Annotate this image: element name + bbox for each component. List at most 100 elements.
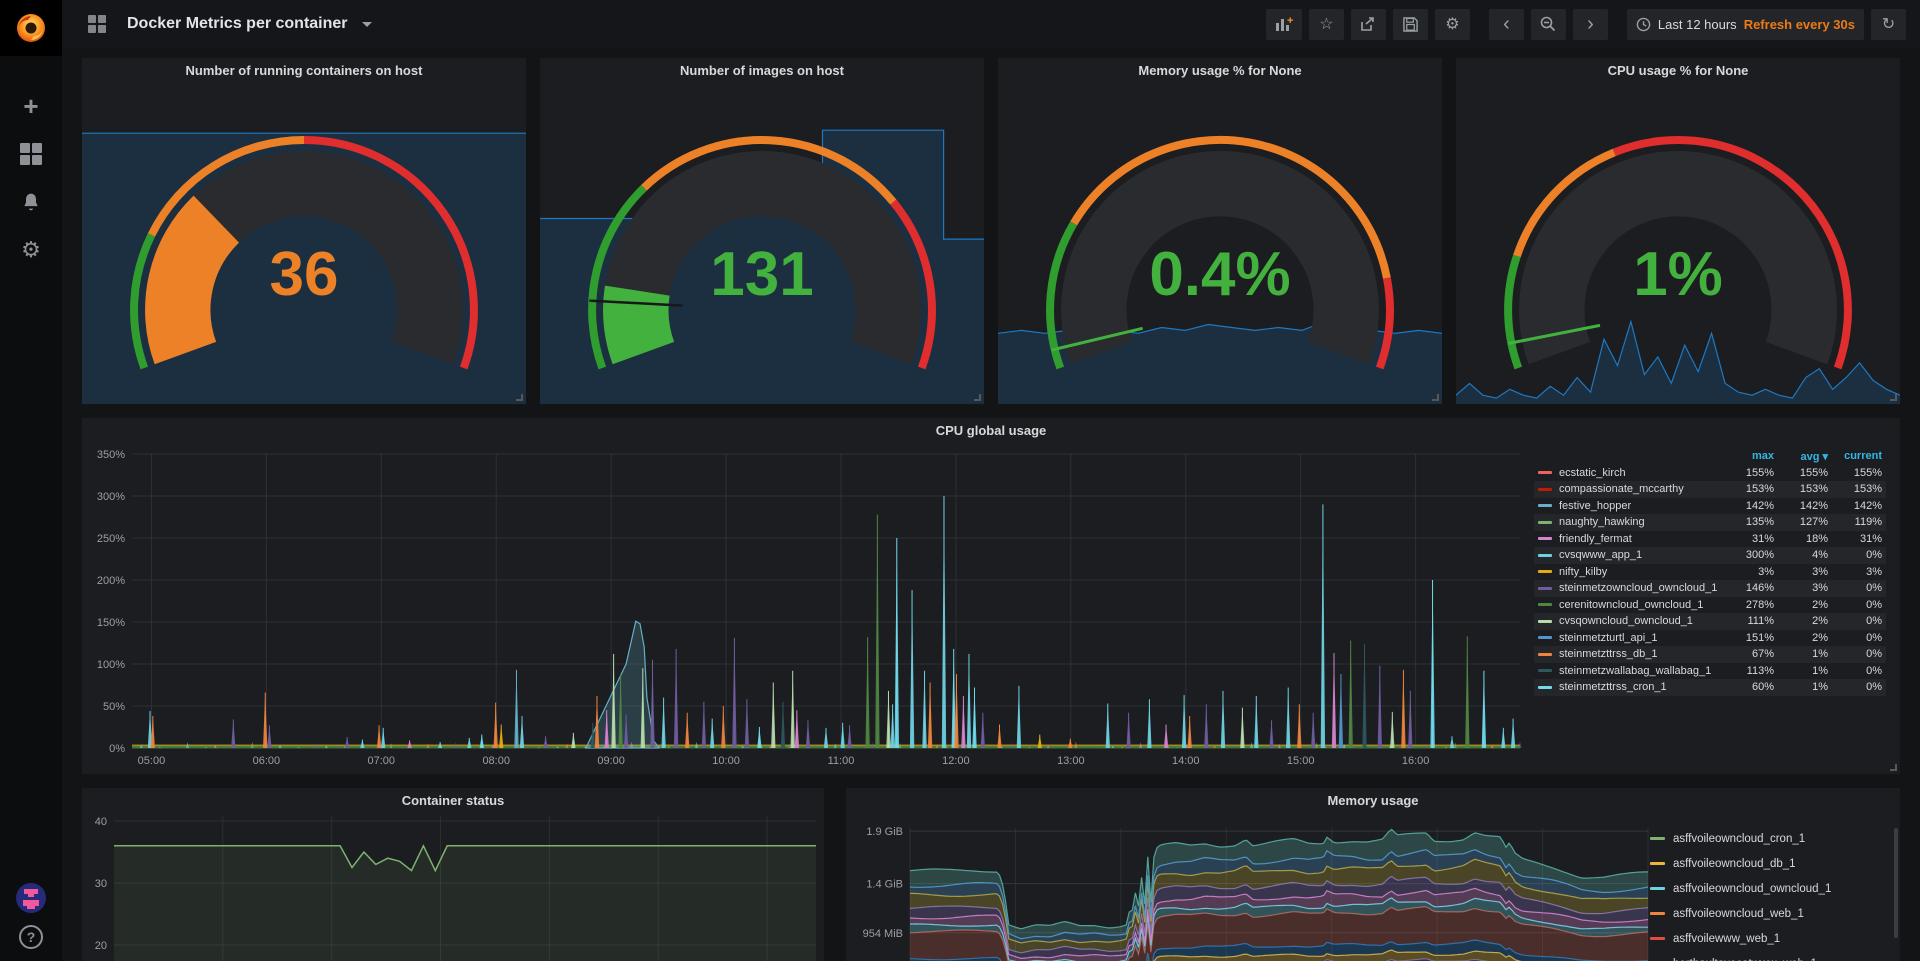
share-button[interactable] [1351,9,1386,40]
legend-value-max: 67% [1720,648,1774,660]
legend-row[interactable]: compassionate_mccarthy153%153%153% [1534,481,1886,498]
panel-title[interactable]: Number of images on host [540,58,984,82]
legend-value-max: 60% [1720,681,1774,693]
gauge-running-containers[interactable]: 36 [82,84,526,404]
series-color-swatch [1538,603,1552,606]
legend-sort-current[interactable]: current [1828,450,1882,462]
legend-sort-max[interactable]: max [1720,450,1774,462]
legend-value-current: 3% [1828,566,1882,578]
series-color-swatch [1650,837,1665,840]
alerting-bell-icon[interactable] [17,188,45,216]
gauge-memory-usage[interactable]: 0.4% [998,84,1442,404]
legend-value-max: 278% [1720,599,1774,611]
panel-resize-handle[interactable] [974,394,981,401]
series-color-swatch [1538,587,1552,590]
legend-row[interactable]: steinmetzturtl_api_1151%2%0% [1534,630,1886,647]
time-range-label: Last 12 hours [1658,17,1737,32]
legend-value-max: 142% [1720,500,1774,512]
legend-value-max: 300% [1720,549,1774,561]
legend-item[interactable]: asffvoileowncloud_db_1 [1650,851,1886,876]
svg-text:06:00: 06:00 [253,755,281,767]
legend-row[interactable]: cvsqowncloud_owncloud_1111%2%0% [1534,613,1886,630]
legend-value-avg: 2% [1774,599,1828,611]
legend-value-avg: 3% [1774,566,1828,578]
panel-title[interactable]: Number of running containers on host [82,58,526,82]
save-button[interactable] [1393,9,1428,40]
dashboard-title[interactable]: Docker Metrics per container [127,15,348,33]
series-color-swatch [1538,620,1552,623]
refresh-button[interactable]: ↻ [1871,9,1906,40]
legend-row[interactable]: nifty_kilby3%3%3% [1534,564,1886,581]
legend-row[interactable]: friendly_fermat31%18%31% [1534,531,1886,548]
cpu-global-usage-plot[interactable]: 0%50%100%150%200%250%300%350%05:0006:000… [90,444,1528,770]
add-icon[interactable]: + [17,92,45,120]
svg-text:954 MiB: 954 MiB [863,928,903,940]
settings-button[interactable]: ⚙ [1435,9,1470,40]
svg-text:50%: 50% [103,701,125,713]
help-icon[interactable]: ? [19,925,43,949]
grafana-logo[interactable] [0,0,62,56]
legend-item[interactable]: berthaultavocatwww_web_1 [1650,951,1886,961]
legend-row[interactable]: cerenitowncloud_owncloud_1278%2%0% [1534,597,1886,614]
legend-row[interactable]: steinmetzwallabag_wallabag_1113%1%0% [1534,663,1886,680]
svg-text:20: 20 [95,940,107,952]
add-panel-button[interactable]: + [1266,9,1302,40]
user-avatar[interactable] [16,883,46,913]
svg-text:14:00: 14:00 [1172,755,1200,767]
dashboard-picker-icon[interactable] [79,9,117,40]
legend-row[interactable]: steinmetzttrss_db_167%1%0% [1534,646,1886,663]
panel-resize-handle[interactable] [1890,394,1897,401]
svg-text:05:00: 05:00 [138,755,166,767]
time-range-picker[interactable]: Last 12 hours Refresh every 30s [1627,9,1864,40]
dashboards-icon[interactable] [17,140,45,168]
panel-title[interactable]: Memory usage [846,788,1900,812]
svg-text:11:00: 11:00 [828,755,855,767]
legend-row[interactable]: steinmetzowncloud_owncloud_1146%3%0% [1534,580,1886,597]
panel-resize-handle[interactable] [1890,764,1897,771]
panel-cpu-usage-pct: CPU usage % for None 1% [1456,58,1900,404]
svg-text:300%: 300% [97,491,125,503]
time-forward-button[interactable]: › [1573,9,1608,40]
panel-resize-handle[interactable] [516,394,523,401]
legend-row[interactable]: steinmetzttrss_cron_160%1%0% [1534,679,1886,696]
legend-value-max: 155% [1720,467,1774,479]
gauge-images-on-host[interactable]: 131 [540,84,984,404]
dropdown-caret-icon[interactable] [362,22,372,27]
legend-scrollbar[interactable] [1894,828,1898,938]
panel-title[interactable]: CPU global usage [82,418,1900,442]
series-color-swatch [1538,521,1552,524]
panel-resize-handle[interactable] [1432,394,1439,401]
time-back-button[interactable]: ‹ [1489,9,1524,40]
legend-row[interactable]: festive_hopper142%142%142% [1534,498,1886,515]
zoom-out-button[interactable] [1531,9,1566,40]
panel-memory-usage: Memory usage 1.9 GiB1.4 GiB954 MiB asffv… [846,788,1900,961]
panel-title[interactable]: Memory usage % for None [998,58,1442,82]
legend-sort-avg[interactable]: avg ▾ [1774,450,1828,463]
refresh-icon: ↻ [1882,14,1895,34]
gauge-cpu-usage[interactable]: 1% [1456,84,1900,404]
legend-item[interactable]: asffvoileowncloud_cron_1 [1650,826,1886,851]
panel-title[interactable]: CPU usage % for None [1456,58,1900,82]
legend-row[interactable]: ecstatic_kirch155%155%155% [1534,465,1886,482]
save-icon [1403,17,1418,32]
legend-value-max: 31% [1720,533,1774,545]
legend-value-avg: 1% [1774,681,1828,693]
legend-value-current: 0% [1828,549,1882,561]
container-status-plot[interactable]: 403020 [82,812,824,961]
legend-row[interactable]: cvsqwww_app_1300%4%0% [1534,547,1886,564]
bottom-row: Container status 403020 Memory usage 1.9… [82,788,1900,961]
gauge-value: 1% [1456,244,1900,306]
cpu-row: CPU global usage 0%50%100%150%200%250%30… [82,418,1900,774]
star-button[interactable]: ☆ [1309,9,1344,40]
memory-legend: asffvoileowncloud_cron_1asffvoileownclou… [1650,826,1886,961]
legend-item[interactable]: asffvoileowncloud_owncloud_1 [1650,876,1886,901]
zoom-out-icon [1540,16,1556,32]
legend-item[interactable]: asffvoileowncloud_web_1 [1650,901,1886,926]
configuration-gear-icon[interactable]: ⚙ [17,236,45,264]
series-color-swatch [1538,504,1552,507]
panel-title[interactable]: Container status [82,788,824,812]
svg-text:350%: 350% [97,449,125,461]
legend-item[interactable]: asffvoilewww_web_1 [1650,926,1886,951]
legend-value-current: 153% [1828,483,1882,495]
legend-row[interactable]: naughty_hawking135%127%119% [1534,514,1886,531]
